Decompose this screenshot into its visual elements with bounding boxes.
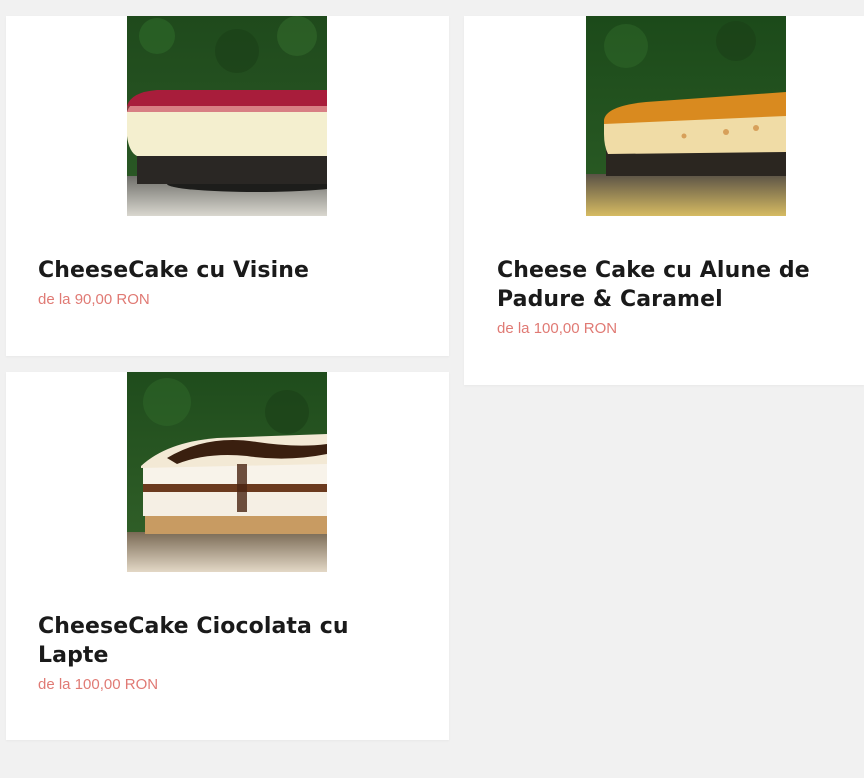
product-price: de la 100,00 RON [38, 676, 159, 693]
product-title[interactable]: Cheese Cake cu Alune de Padure & Caramel [497, 256, 837, 314]
cheesecake-visine-image [127, 16, 327, 216]
product-price: de la 90,00 RON [38, 291, 150, 308]
product-card-ciocolata[interactable]: CheeseCake Ciocolata cu Lapte de la 100,… [6, 372, 449, 740]
product-price: de la 100,00 RON [497, 320, 618, 337]
product-image-alune-caramel[interactable] [586, 16, 786, 216]
product-title[interactable]: CheeseCake Ciocolata cu Lapte [38, 612, 418, 670]
product-image-ciocolata[interactable] [127, 372, 327, 572]
product-grid: CheeseCake cu Visine de la 90,00 RON Che… [0, 0, 864, 778]
product-card-alune-caramel[interactable]: Cheese Cake cu Alune de Padure & Caramel… [464, 16, 864, 385]
product-card-visine[interactable]: CheeseCake cu Visine de la 90,00 RON [6, 16, 449, 356]
cheesecake-alune-caramel-image [586, 16, 786, 216]
product-title[interactable]: CheeseCake cu Visine [38, 256, 418, 285]
cheesecake-ciocolata-image [127, 372, 327, 572]
product-image-visine[interactable] [127, 16, 327, 216]
